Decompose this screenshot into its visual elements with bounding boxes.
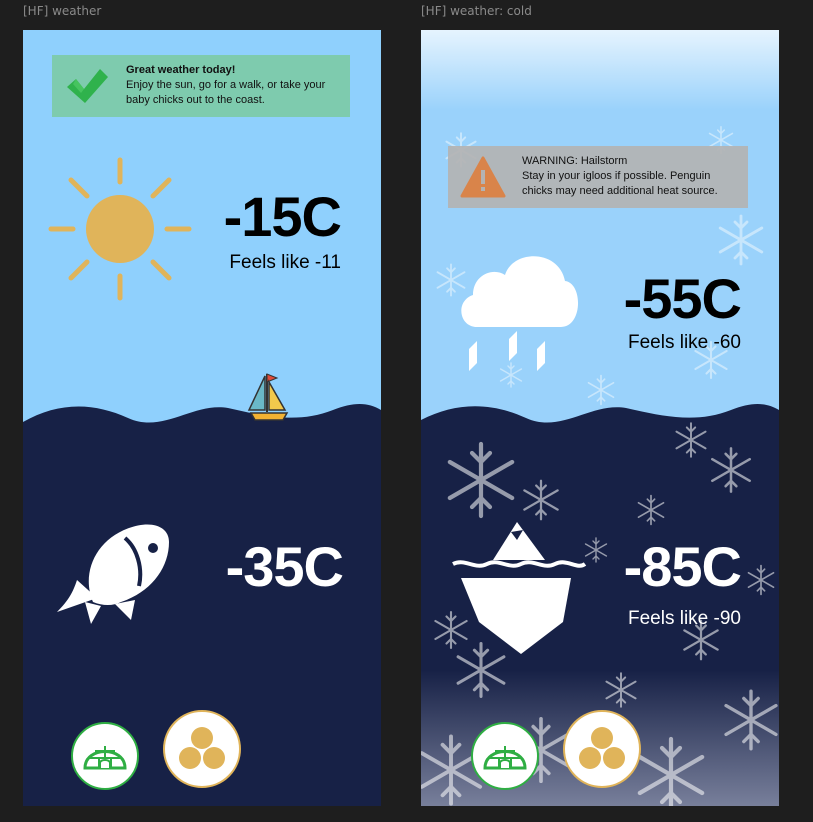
igloo-icon: [83, 746, 127, 770]
good-weather-banner: Great weather today! Enjoy the sun, go f…: [52, 55, 350, 117]
hailstorm-warning-banner: WARNING: Hailstorm Stay in your igloos i…: [448, 146, 748, 208]
banner-title: Great weather today!: [126, 64, 236, 76]
sea-background: [23, 404, 381, 806]
checkmark-icon: [67, 69, 108, 103]
eggs-icon: [179, 727, 225, 769]
eggs-icon: [579, 727, 625, 769]
sailboat-icon: [247, 373, 289, 421]
frame-title-weather: [HF] weather: [23, 4, 102, 18]
warning-icon: [460, 156, 506, 198]
water-temperature: -85C: [623, 535, 742, 598]
banner-message: Enjoy the sun, go for a walk, or take yo…: [126, 79, 326, 106]
air-temperature: -55C: [623, 267, 742, 330]
eggs-nav-button[interactable]: [163, 710, 241, 788]
hail-cloud-icon: [461, 256, 579, 371]
eggs-nav-button[interactable]: [563, 710, 641, 788]
banner-message: Stay in your igloos if possible. Penguin…: [522, 170, 718, 197]
banner-title: WARNING: Hailstorm: [522, 155, 628, 167]
weather-cold-screen: WARNING: Hailstorm Stay in your igloos i…: [421, 30, 779, 806]
iceberg-icon: [452, 522, 587, 654]
water-feels-like: Feels like -90: [628, 608, 741, 629]
fish-icon: [57, 524, 169, 624]
air-feels-like: Feels like -11: [229, 252, 341, 273]
weather-screen: Great weather today! Enjoy the sun, go f…: [23, 30, 381, 806]
igloo-nav-button[interactable]: [471, 722, 539, 790]
igloo-icon: [483, 746, 527, 770]
air-temperature: -15C: [223, 185, 342, 248]
water-temperature: -35C: [225, 535, 344, 598]
frame-title-weather-cold: [HF] weather: cold: [421, 4, 532, 18]
igloo-nav-button[interactable]: [71, 722, 139, 790]
sun-icon: [48, 157, 192, 301]
air-feels-like: Feels like -60: [628, 332, 741, 353]
